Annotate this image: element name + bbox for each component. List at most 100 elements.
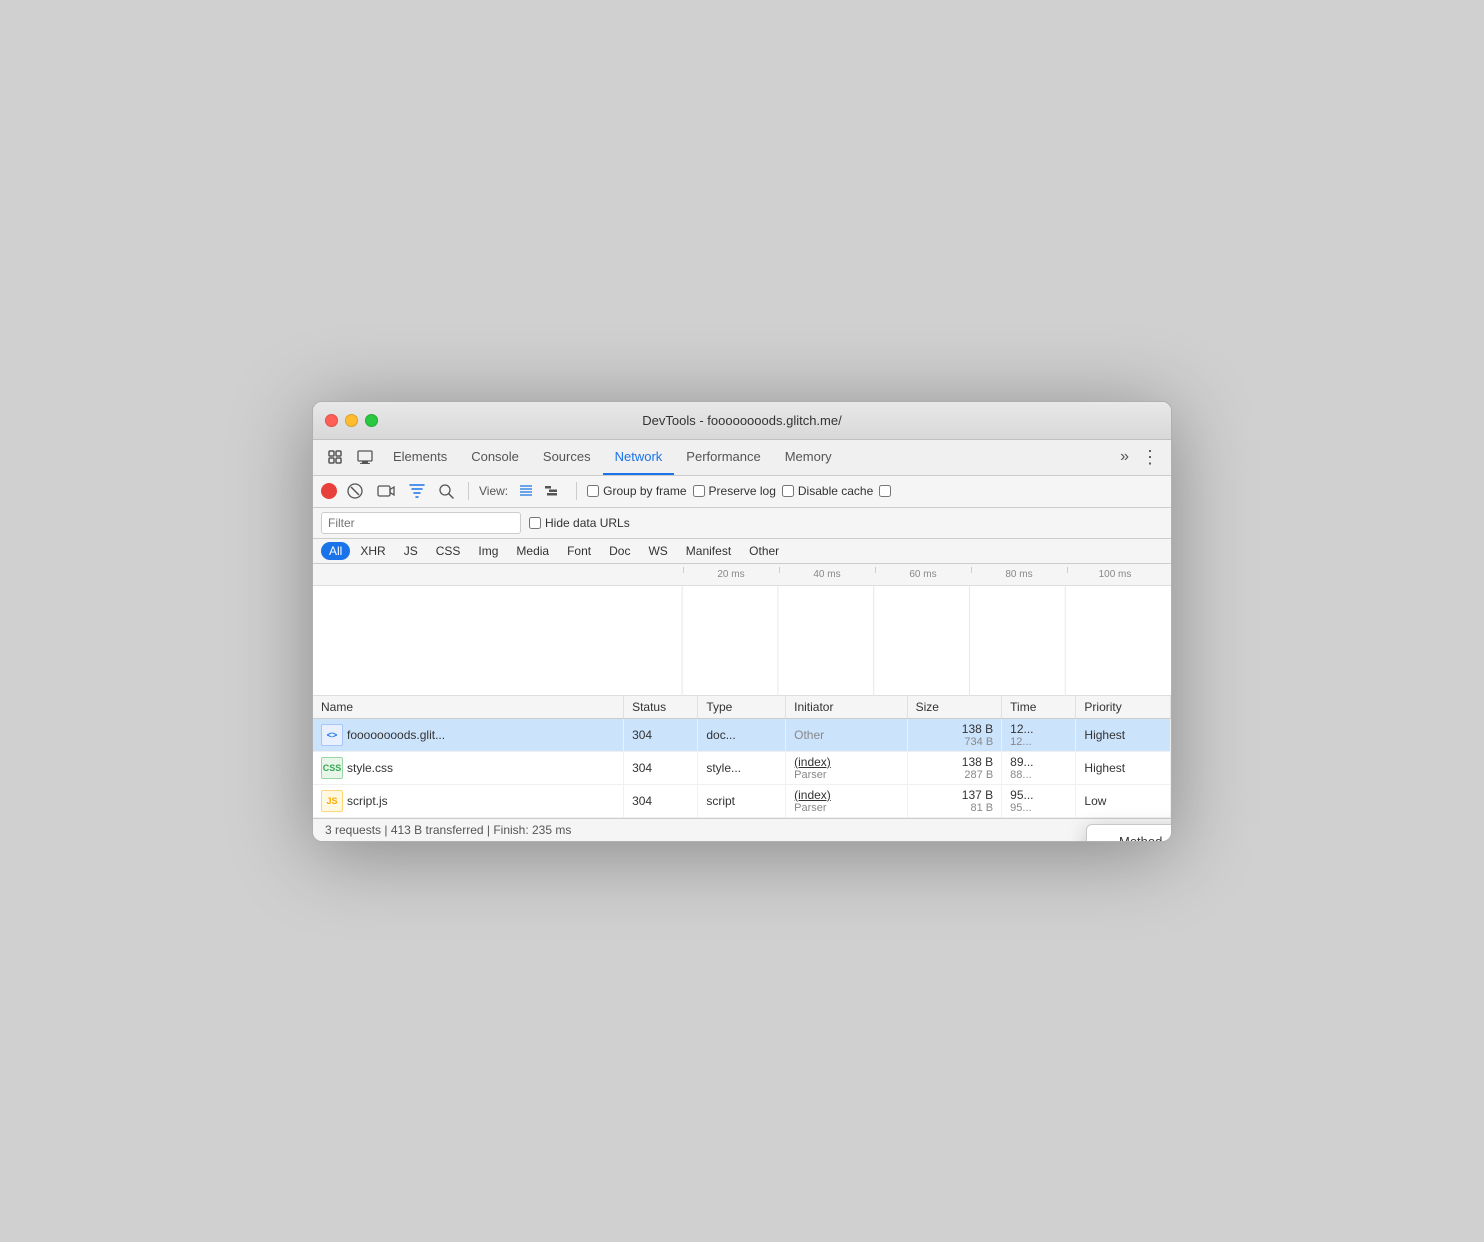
type-filter-other[interactable]: Other [741,542,787,560]
filter-bar: Hide data URLs [313,508,1171,539]
size-cell: 138 B 287 B [907,751,1002,784]
initiator-cell: (index) Parser [786,784,908,817]
time-cell: 95... 95... [1002,784,1076,817]
network-toolbar: View: Group by frame [313,476,1171,508]
tab-network[interactable]: Network [603,440,675,475]
initiator-cell: Other [786,718,908,751]
th-status[interactable]: Status [624,696,698,719]
tab-elements[interactable]: Elements [381,440,459,475]
waterfall-area [313,586,1171,696]
menu-item-label: Method [1119,834,1162,842]
th-priority[interactable]: Priority [1076,696,1171,719]
type-filter-xhr[interactable]: XHR [352,542,393,560]
ruler-marks: 20 ms 40 ms 60 ms 80 ms 100 ms [683,569,1163,580]
time-cell: 12... 12... [1002,718,1076,751]
type-filter-all[interactable]: All [321,542,350,560]
record-button[interactable] [321,483,337,499]
file-icon-html: <> [321,724,343,746]
hide-data-urls-label[interactable]: Hide data URLs [529,516,630,530]
close-button[interactable] [325,414,338,427]
name-cell: CSS style.css [313,751,624,784]
th-initiator[interactable]: Initiator [786,696,908,719]
devtools-tab-bar: Elements Console Sources Network Perform… [313,440,1171,476]
menu-item-method[interactable]: Method [1087,829,1172,842]
type-filter-js[interactable]: JS [396,542,426,560]
type-cell: script [698,784,786,817]
traffic-lights [325,414,378,427]
group-by-frame-label[interactable]: Group by frame [587,484,686,498]
size-cell: 138 B 734 B [907,718,1002,751]
table-row[interactable]: <> foooooooods.glit... 304 doc... Other [313,718,1171,751]
minimize-button[interactable] [345,414,358,427]
status-text: 3 requests | 413 B transferred | Finish:… [325,823,571,837]
toolbar-separator-1 [468,482,469,500]
view-icons [514,482,566,500]
th-size[interactable]: Size [907,696,1002,719]
devtools-menu-button[interactable]: ⋮ [1137,447,1163,468]
type-filter-ws[interactable]: WS [640,542,675,560]
table-row[interactable]: CSS style.css 304 style... (index) [313,751,1171,784]
type-filter-manifest[interactable]: Manifest [678,542,739,560]
name-cell: JS script.js [313,784,624,817]
initiator-cell: (index) Parser [786,751,908,784]
type-cell: doc... [698,718,786,751]
main-content: 20 ms 40 ms 60 ms 80 ms 100 ms [313,564,1171,841]
type-filter-media[interactable]: Media [508,542,557,560]
type-filter-bar: All XHR JS CSS Img Media Font Doc WS Man… [313,539,1171,564]
hide-data-urls-checkbox[interactable] [529,517,541,529]
filter-button[interactable] [405,482,429,500]
context-menu: Method ✓ Status Protocol Scheme Domain R… [1086,824,1172,842]
tab-sources[interactable]: Sources [531,440,603,475]
priority-cell: Highest [1076,718,1171,751]
file-icon-css: CSS [321,757,343,779]
network-table: Name Status Type Initiator Size Time Pri… [313,696,1171,818]
th-type[interactable]: Type [698,696,786,719]
preserve-log-label[interactable]: Preserve log [693,484,776,498]
type-cell: style... [698,751,786,784]
window-title: DevTools - foooooooods.glitch.me/ [642,413,841,428]
preserve-log-checkbox[interactable] [693,485,705,497]
tab-overflow-button[interactable]: » [1112,448,1137,466]
search-button[interactable] [435,482,458,501]
table-row[interactable]: JS script.js 304 script (index) Par [313,784,1171,817]
status-bar: 3 requests | 413 B transferred | Finish:… [313,818,1171,841]
record-video-button[interactable] [373,482,399,500]
maximize-button[interactable] [365,414,378,427]
tab-console[interactable]: Console [459,440,531,475]
timeline-ruler: 20 ms 40 ms 60 ms 80 ms 100 ms [313,564,1171,586]
time-cell: 89... 88... [1002,751,1076,784]
list-view-button[interactable] [514,482,538,500]
responsive-icon[interactable] [351,443,379,471]
extra-checkbox-label[interactable] [879,485,891,497]
network-table-container: Name Status Type Initiator Size Time Pri… [313,696,1171,818]
clear-button[interactable] [343,481,367,501]
waterfall-view-button[interactable] [540,482,566,500]
ruler-mark-80ms: 80 ms [971,569,1067,580]
disable-cache-label[interactable]: Disable cache [782,484,873,498]
cursor-tool-icon[interactable] [321,443,349,471]
type-filter-font[interactable]: Font [559,542,599,560]
th-time[interactable]: Time [1002,696,1076,719]
table-header: Name Status Type Initiator Size Time Pri… [313,696,1171,719]
tab-performance[interactable]: Performance [674,440,772,475]
table-body: <> foooooooods.glit... 304 doc... Other [313,718,1171,817]
status-cell: 304 [624,751,698,784]
type-filter-img[interactable]: Img [470,542,506,560]
status-cell: 304 [624,784,698,817]
file-icon-js: JS [321,790,343,812]
disable-cache-checkbox[interactable] [782,485,794,497]
th-name[interactable]: Name [313,696,624,719]
view-label: View: [479,484,508,498]
type-filter-doc[interactable]: Doc [601,542,638,560]
tab-memory[interactable]: Memory [773,440,844,475]
name-cell: <> foooooooods.glit... [313,718,624,751]
filter-input[interactable] [321,512,521,534]
status-cell: 304 [624,718,698,751]
extra-checkbox[interactable] [879,485,891,497]
type-filter-css[interactable]: CSS [428,542,469,560]
size-cell: 137 B 81 B [907,784,1002,817]
ruler-mark-100ms: 100 ms [1067,569,1163,580]
title-bar: DevTools - foooooooods.glitch.me/ [313,402,1171,440]
group-by-frame-checkbox[interactable] [587,485,599,497]
ruler-mark-60ms: 60 ms [875,569,971,580]
